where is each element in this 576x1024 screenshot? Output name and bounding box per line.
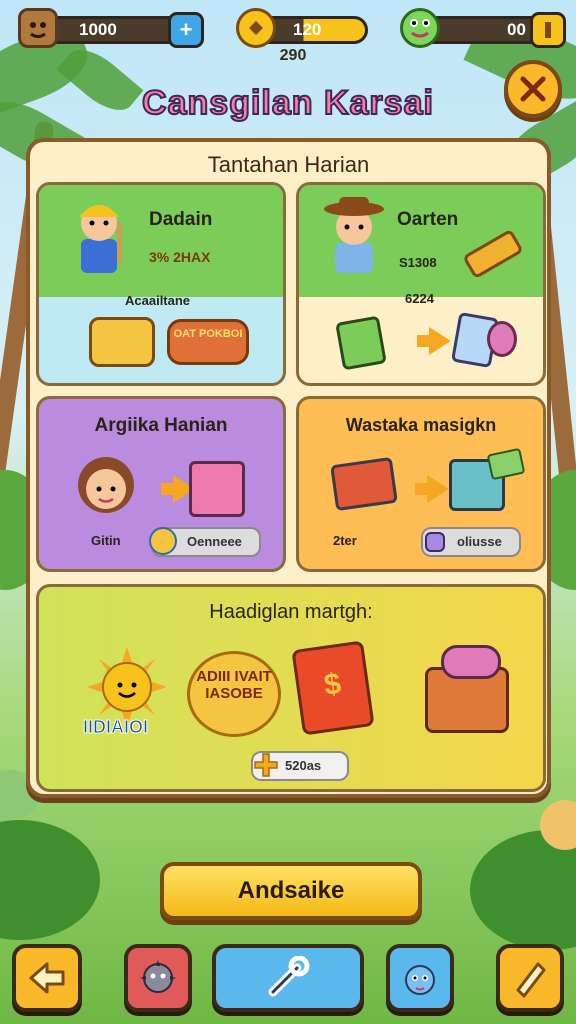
sun-badge-icon bbox=[149, 527, 177, 555]
creature-button[interactable] bbox=[124, 944, 192, 1012]
resource-frog: 00 bbox=[400, 8, 568, 48]
add-wood-button[interactable]: + bbox=[168, 12, 204, 48]
cash-note-icon bbox=[486, 447, 526, 481]
daily-challenge-board: Tantahan Harian Dadain 3% 2HAX Acaailtan… bbox=[26, 138, 551, 798]
pink-balloon-icon bbox=[487, 321, 517, 357]
gold-coin-icon bbox=[236, 8, 276, 48]
plus-icon: + bbox=[179, 17, 193, 42]
back-arrow-icon bbox=[29, 962, 65, 994]
task-card-1[interactable]: Dadain 3% 2HAX Acaailtane OAT POKBOI bbox=[36, 182, 286, 386]
task-card-3-caption: Gitin bbox=[91, 533, 121, 548]
treasure-box-icon bbox=[330, 456, 398, 512]
reward-card[interactable]: Haadiglan martgh: IIDIAIOI ADIII IVAIT I… bbox=[36, 584, 546, 792]
pencil-icon bbox=[516, 962, 546, 998]
character-knight-icon bbox=[59, 193, 139, 283]
reward-card-title: Haadiglan martgh: bbox=[209, 601, 373, 623]
spiky-creature-icon bbox=[140, 960, 176, 993]
reward-badge: ADIII IVAIT IASOBE bbox=[187, 651, 281, 737]
resource-wood: 1000 + bbox=[18, 8, 208, 48]
task-card-1-title: Dadain bbox=[149, 209, 213, 230]
plus-star-icon bbox=[253, 752, 279, 778]
gold-sub-value: 290 bbox=[279, 47, 307, 64]
pause-button[interactable] bbox=[530, 12, 566, 48]
frog-icon bbox=[400, 8, 440, 48]
arrow-right-icon bbox=[417, 327, 451, 355]
character-girl-icon bbox=[69, 447, 143, 521]
pink-ribbon-icon bbox=[441, 645, 501, 679]
gift-box-icon bbox=[189, 461, 245, 517]
sun-icon bbox=[87, 647, 167, 727]
purple-gem-icon bbox=[425, 532, 445, 552]
gear-card-icon bbox=[335, 315, 387, 371]
pet-button[interactable] bbox=[386, 944, 454, 1012]
smiling-block-icon bbox=[89, 317, 155, 367]
tools-button[interactable] bbox=[212, 944, 364, 1012]
resource-gold: 120 bbox=[236, 8, 368, 48]
task-card-4-caption: 2ter bbox=[333, 533, 357, 548]
task-card-1-badge: OAT POKBOI bbox=[167, 319, 249, 365]
task-card-2-stat: S1308 bbox=[399, 255, 437, 270]
character-cowboy-icon bbox=[319, 193, 389, 283]
task-card-4[interactable]: Wastaka masigkn 2ter oliusse bbox=[296, 396, 546, 572]
pause-icon bbox=[545, 22, 551, 38]
wrench-icon bbox=[268, 956, 310, 997]
resource-wood-value: 1000 bbox=[36, 16, 186, 44]
task-card-1-caption: Acaailtane bbox=[125, 293, 191, 308]
wood-crate-icon bbox=[18, 8, 58, 48]
red-ticket-icon: $ bbox=[291, 640, 375, 736]
back-button[interactable] bbox=[12, 944, 82, 1012]
task-card-2-caption: 6224 bbox=[405, 291, 434, 306]
task-card-1-stat: 3% 2HAX bbox=[149, 249, 211, 265]
board-title: Tantahan Harian bbox=[207, 152, 370, 177]
task-card-2-title: Oarten bbox=[397, 209, 459, 230]
task-card-3[interactable]: Argiika Hanian Gitin Oenneee bbox=[36, 396, 286, 572]
action-button[interactable]: Andsaike bbox=[160, 862, 422, 920]
task-card-3-title: Argiika Hanian bbox=[94, 415, 228, 436]
sun-label: IIDIAIOI bbox=[82, 717, 149, 738]
arrow-right-icon bbox=[415, 475, 449, 503]
edit-button[interactable] bbox=[496, 944, 564, 1012]
screen-title: Cansgilan Karsai bbox=[141, 83, 434, 123]
blue-critter-icon bbox=[405, 965, 435, 995]
task-card-4-title: Wastaka masigkn bbox=[345, 415, 497, 435]
task-card-2[interactable]: Oarten S1308 6224 bbox=[296, 182, 546, 386]
